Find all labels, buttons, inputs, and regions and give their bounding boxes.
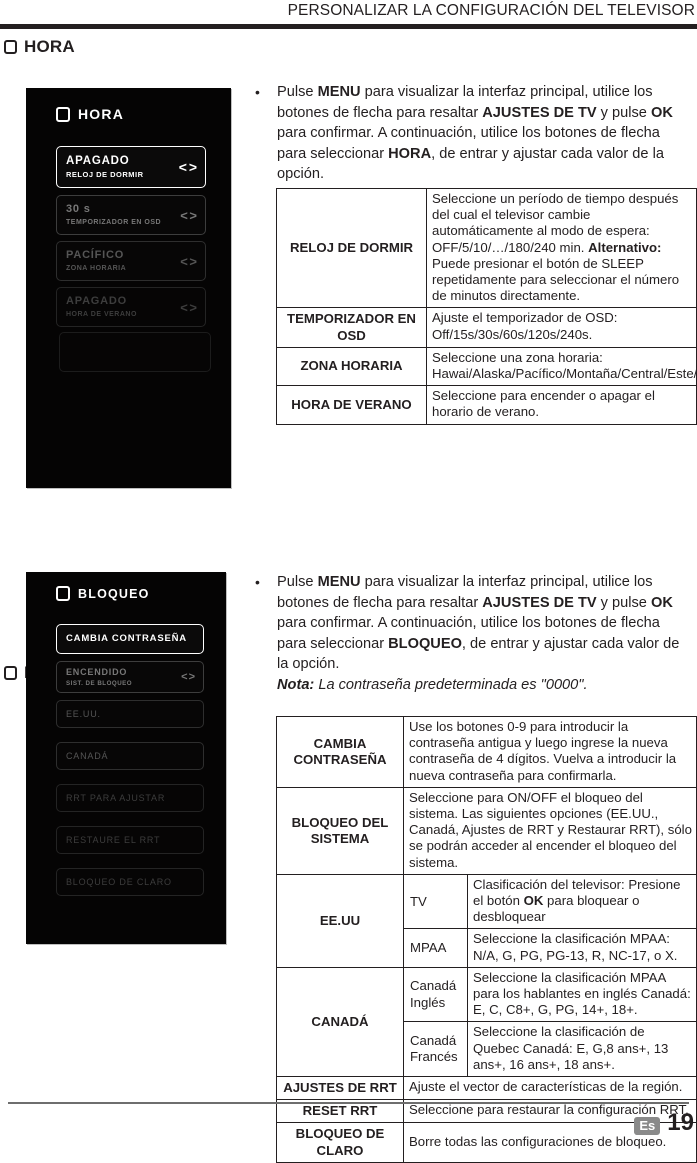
header-rule <box>0 24 697 29</box>
table-cell-key: AJUSTES DE RRT <box>276 1076 404 1101</box>
osd-item-label: ZONA HORARIA <box>66 264 127 272</box>
table-cell-desc: Clasificación del televisor: Presione el… <box>466 873 697 930</box>
page-number: 19 <box>667 1109 694 1136</box>
osd-item-value: ENCENDIDO <box>66 667 128 678</box>
osd-item-value: CANADÁ <box>66 750 109 761</box>
osd-item-rrt-para-ajustar[interactable]: RRT PARA AJUSTAR <box>56 784 204 812</box>
table-row: HORA DE VERANO Seleccione para encender … <box>276 385 697 425</box>
osd-item-zona-horaria[interactable]: PACÍFICO ZONA HORARIA < > <box>56 241 206 281</box>
osd-item-value: APAGADO <box>66 295 128 308</box>
osd-item-value: BLOQUEO DE CLARO <box>66 876 172 887</box>
table-cell-subkey: MPAA <box>403 928 468 968</box>
left-right-arrows-icon[interactable]: < > <box>180 208 197 223</box>
osd-item-value: APAGADO <box>66 154 130 167</box>
instructions-bloqueo: • Pulse MENU para visualizar la interfaz… <box>255 572 691 695</box>
table-cell-desc: Seleccione la clasificación de Quebec Ca… <box>466 1021 697 1078</box>
table-cell-key: RELOJ DE DORMIR <box>276 187 427 309</box>
footer-rule <box>8 1102 689 1104</box>
rounded-square-icon <box>56 586 70 601</box>
table-row: ZONA HORARIA Seleccione una zona horaria… <box>276 346 697 387</box>
table-row: TEMPORIZADOR EN OSD Ajuste el temporizad… <box>276 307 697 348</box>
rounded-square-icon <box>4 39 17 54</box>
table-cell-desc: Seleccione para encender o apagar el hor… <box>426 385 697 425</box>
osd-item-value: CAMBIA CONTRASEÑA <box>66 632 187 644</box>
osd-item-value: EE.UU. <box>66 708 101 719</box>
table-cell-subkey: Canadá Francés <box>403 1021 468 1078</box>
instructions-text: Pulse MENU para visualizar la interfaz p… <box>277 84 673 182</box>
table-cell-desc: Seleccione para ON/OFF el bloqueo del si… <box>402 786 697 875</box>
osd-item-value: RESTAURE EL RRT <box>66 834 161 845</box>
table-row: BLOQUEO DEL SISTEMA Seleccione para ON/O… <box>276 786 697 875</box>
table-cell-desc: Ajuste el temporizador de OSD: Off/15s/3… <box>426 307 697 348</box>
osd-item-label: TEMPORIZADOR EN OSD <box>66 218 162 226</box>
osd-item-canada[interactable]: CANADÁ <box>56 742 204 770</box>
table-cell-key: CANADÁ <box>276 966 404 1078</box>
table-cell-key: TEMPORIZADOR EN OSD <box>276 307 427 348</box>
osd-item-bloqueo-de-claro[interactable]: BLOQUEO DE CLARO <box>56 868 204 896</box>
instructions-text: Pulse MENU para visualizar la interfaz p… <box>277 574 680 672</box>
table-row: AJUSTES DE RRT Ajuste el vector de carac… <box>276 1076 697 1101</box>
bullet-icon: • <box>255 84 260 100</box>
osd-item-value: 30 s <box>66 203 91 216</box>
table-cell-desc: Ajuste el vector de características de l… <box>402 1076 697 1101</box>
spec-table-bloqueo: CAMBIA CONTRASEÑA Use los botones 0-9 pa… <box>276 716 697 1163</box>
running-head: PERSONALIZAR LA CONFIGURACIÓN DEL TELEVI… <box>287 2 695 19</box>
osd-item-value: PACÍFICO <box>66 249 125 262</box>
osd-item-label: RELOJ DE DORMIR <box>66 169 144 179</box>
footer: Es 19 <box>634 1109 694 1136</box>
osd-item-value: RRT PARA AJUSTAR <box>66 792 166 803</box>
table-cell-key: EE.UU <box>276 873 404 968</box>
osd-item-sist-de-bloqueo[interactable]: ENCENDIDO SIST. DE BLOQUEO < > <box>56 661 204 693</box>
osd-item-eeuu[interactable]: EE.UU. <box>56 700 204 728</box>
rounded-square-icon <box>4 665 17 680</box>
table-cell-key: ZONA HORARIA <box>276 346 427 387</box>
osd-title-label: BLOQUEO <box>78 586 150 601</box>
table-cell-desc: Seleccione una zona horaria: Hawai/Alask… <box>426 346 697 387</box>
osd-item-cambia-contrasena[interactable]: CAMBIA CONTRASEÑA <box>56 624 204 654</box>
table-cell-key: BLOQUEO DE CLARO <box>276 1122 404 1163</box>
osd-item-hora-de-verano[interactable]: APAGADO HORA DE VERANO < > <box>56 287 206 327</box>
table-row: CAMBIA CONTRASEÑA Use los botones 0-9 pa… <box>276 716 697 788</box>
table-row: RELOJ DE DORMIR Seleccione un período de… <box>276 187 697 309</box>
osd-title-hora: HORA <box>56 106 124 122</box>
left-right-arrows-icon[interactable]: < > <box>180 300 197 315</box>
osd-screenshot-bloqueo: BLOQUEO CAMBIA CONTRASEÑA ENCENDIDO SIST… <box>26 572 226 944</box>
osd-item-empty[interactable] <box>59 332 211 372</box>
osd-title-label: HORA <box>78 106 125 122</box>
table-cell-key: CAMBIA CONTRASEÑA <box>276 716 404 788</box>
left-right-arrows-icon[interactable]: < > <box>181 671 195 683</box>
spec-table-hora: RELOJ DE DORMIR Seleccione un período de… <box>276 187 697 425</box>
osd-title-bloqueo: BLOQUEO <box>56 586 150 601</box>
table-cell-key: BLOQUEO DEL SISTEMA <box>276 786 404 875</box>
osd-item-temporizador-en-osd[interactable]: 30 s TEMPORIZADOR EN OSD < > <box>56 195 206 235</box>
table-row: EE.UU TV Clasificación del televisor: Pr… <box>276 873 697 968</box>
table-row: CANADÁ Canadá Inglés Seleccione la clasi… <box>276 966 697 1078</box>
osd-item-label: HORA DE VERANO <box>66 310 137 318</box>
instructions-note: Nota: La contraseña predeterminada es "0… <box>277 676 588 693</box>
table-cell-key: HORA DE VERANO <box>276 385 427 425</box>
table-cell-desc: Use los botones 0-9 para introducir la c… <box>402 716 697 788</box>
rounded-square-icon <box>56 106 70 122</box>
left-right-arrows-icon[interactable]: < > <box>180 254 197 269</box>
osd-screenshot-hora: HORA APAGADO RELOJ DE DORMIR < > 30 s TE… <box>26 88 231 488</box>
osd-item-reloj-de-dormir[interactable]: APAGADO RELOJ DE DORMIR < > <box>56 146 206 188</box>
instructions-hora: • Pulse MENU para visualizar la interfaz… <box>255 82 691 185</box>
osd-item-label: SIST. DE BLOQUEO <box>66 679 133 687</box>
section-heading-hora: HORA <box>4 38 75 55</box>
table-cell-desc: Seleccione un período de tiempo después … <box>426 187 697 309</box>
language-badge: Es <box>634 1116 661 1135</box>
table-cell-subkey: TV <box>403 873 468 930</box>
left-right-arrows-icon[interactable]: < > <box>179 159 197 175</box>
table-cell-desc: Seleccione la clasificación MPAA para lo… <box>466 966 697 1023</box>
bullet-icon: • <box>255 574 260 590</box>
osd-item-restaure-el-rrt[interactable]: RESTAURE EL RRT <box>56 826 204 854</box>
table-cell-desc: Seleccione la clasificación MPAA: N/A, G… <box>466 928 697 968</box>
table-cell-subkey: Canadá Inglés <box>403 966 468 1023</box>
section-heading-label: HORA <box>24 37 75 56</box>
